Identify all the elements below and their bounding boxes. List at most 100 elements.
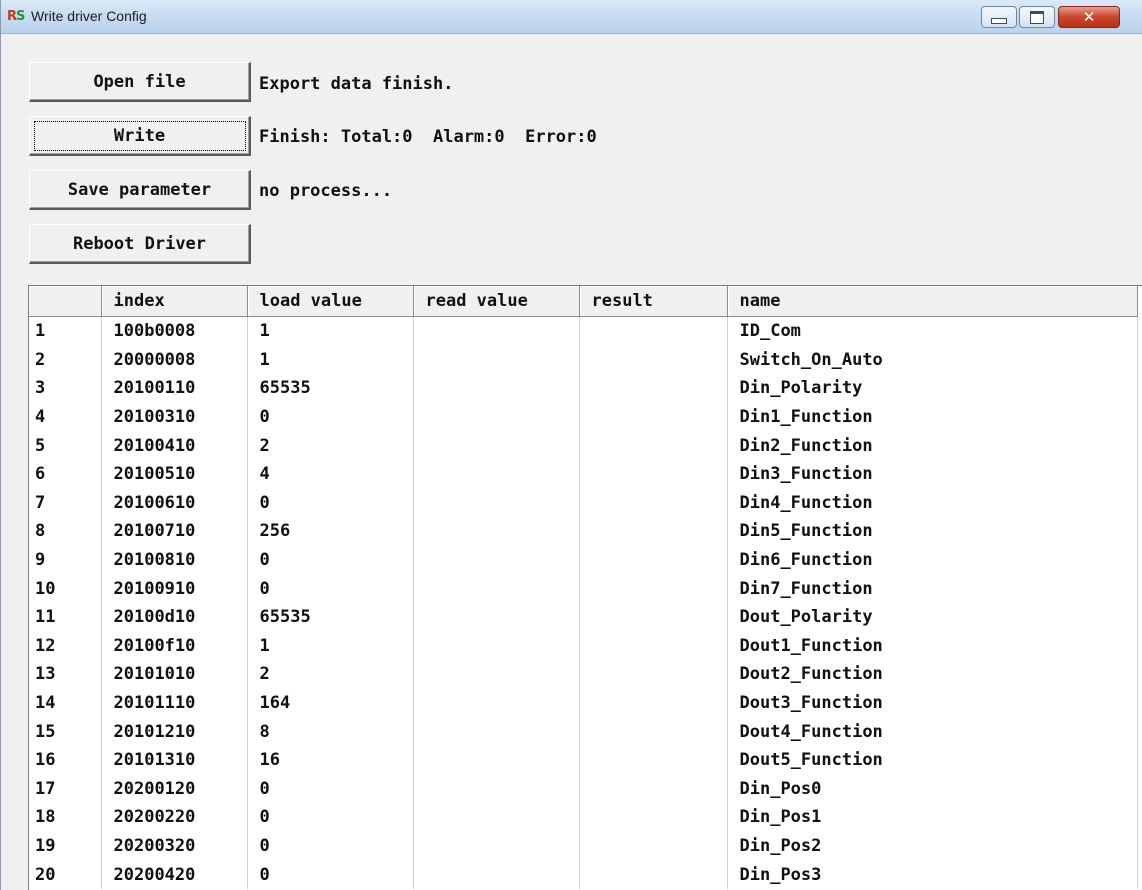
- index-cell: 20100410: [101, 431, 248, 460]
- minimize-button[interactable]: [981, 6, 1017, 28]
- read-value-cell: [413, 774, 580, 804]
- read-value-cell: [413, 488, 580, 518]
- result-cell: [579, 631, 728, 661]
- table-row[interactable]: 19 20200320 0 Din_Pos2: [29, 831, 1138, 861]
- name-cell: Din_Pos3: [727, 860, 1138, 889]
- result-cell: [579, 831, 728, 861]
- table-header-row: index load value read value result name: [29, 286, 1138, 317]
- name-cell: Dout4_Function: [727, 717, 1138, 746]
- table-row[interactable]: 6 20100510 4 Din3_Function: [29, 459, 1138, 489]
- row-number-cell: 19: [29, 831, 102, 861]
- load-value-cell: 4: [247, 459, 414, 489]
- name-cell: Din3_Function: [727, 459, 1138, 489]
- column-header-read-value[interactable]: read value: [413, 286, 580, 317]
- name-cell: Din_Pos0: [727, 774, 1138, 804]
- result-cell: [579, 574, 728, 603]
- close-icon: ✕: [1082, 8, 1096, 26]
- table-row[interactable]: 14 20101110 164 Dout3_Function: [29, 688, 1138, 718]
- table-row[interactable]: 18 20200220 0 Din_Pos1: [29, 803, 1138, 832]
- name-cell: Din6_Function: [727, 545, 1138, 575]
- table-row[interactable]: 1 100b0008 1 ID_Com: [29, 316, 1138, 346]
- load-value-cell: 1: [247, 316, 414, 346]
- result-cell: [579, 688, 728, 718]
- load-value-cell: 65535: [247, 374, 414, 403]
- row-number-cell: 2: [29, 345, 102, 375]
- table-row[interactable]: 10 20100910 0 Din7_Function: [29, 574, 1138, 603]
- load-value-cell: 1: [247, 631, 414, 661]
- table-row[interactable]: 8 20100710 256 Din5_Function: [29, 517, 1138, 546]
- write-status: Finish: Total:0 Alarm:0 Error:0: [259, 127, 597, 147]
- index-cell: 20100f10: [101, 631, 248, 661]
- load-value-cell: 0: [247, 574, 414, 603]
- result-cell: [579, 803, 728, 832]
- result-cell: [579, 488, 728, 518]
- table-row[interactable]: 15 20101210 8 Dout4_Function: [29, 717, 1138, 746]
- column-header-index[interactable]: index: [101, 286, 248, 317]
- result-cell: [579, 860, 728, 889]
- load-value-cell: 0: [247, 545, 414, 575]
- load-value-cell: 0: [247, 774, 414, 804]
- row-number-cell: 1: [29, 316, 102, 346]
- name-cell: Din5_Function: [727, 517, 1138, 546]
- save-parameter-button[interactable]: Save parameter: [29, 170, 251, 210]
- table-row[interactable]: 12 20100f10 1 Dout1_Function: [29, 631, 1138, 661]
- reboot-driver-button[interactable]: Reboot Driver: [29, 224, 251, 264]
- index-cell: 100b0008: [101, 316, 248, 346]
- column-header-rownum[interactable]: [29, 286, 102, 317]
- row-number-cell: 3: [29, 374, 102, 403]
- close-button[interactable]: ✕: [1058, 6, 1120, 28]
- row-number-cell: 13: [29, 660, 102, 689]
- index-cell: 20101010: [101, 660, 248, 689]
- column-header-load-value[interactable]: load value: [247, 286, 414, 317]
- table-row[interactable]: 2 20000008 1 Switch_On_Auto: [29, 345, 1138, 375]
- name-cell: Din_Polarity: [727, 374, 1138, 403]
- result-cell: [579, 459, 728, 489]
- name-cell: Din7_Function: [727, 574, 1138, 603]
- load-value-cell: 164: [247, 688, 414, 718]
- load-value-cell: 0: [247, 488, 414, 518]
- read-value-cell: [413, 545, 580, 575]
- table-row[interactable]: 4 20100310 0 Din1_Function: [29, 402, 1138, 432]
- table-row[interactable]: 13 20101010 2 Dout2_Function: [29, 660, 1138, 689]
- row-number-cell: 9: [29, 545, 102, 575]
- title-bar[interactable]: RS Write driver Config ✕: [1, 0, 1142, 34]
- row-number-cell: 5: [29, 431, 102, 460]
- index-cell: 20100310: [101, 402, 248, 432]
- result-cell: [579, 745, 728, 775]
- read-value-cell: [413, 803, 580, 832]
- row-number-cell: 8: [29, 517, 102, 546]
- row-number-cell: 17: [29, 774, 102, 804]
- table-row[interactable]: 3 20100110 65535 Din_Polarity: [29, 374, 1138, 403]
- index-cell: 20100710: [101, 517, 248, 546]
- open-file-button[interactable]: Open file: [29, 62, 251, 102]
- table-row[interactable]: 16 20101310 16 Dout5_Function: [29, 745, 1138, 775]
- index-cell: 20200320: [101, 831, 248, 861]
- row-number-cell: 6: [29, 459, 102, 489]
- row-number-cell: 20: [29, 860, 102, 889]
- write-button[interactable]: Write: [29, 116, 251, 156]
- result-cell: [579, 402, 728, 432]
- name-cell: Switch_On_Auto: [727, 345, 1138, 375]
- parameter-table[interactable]: index load value read value result name …: [28, 285, 1142, 890]
- index-cell: 20100510: [101, 459, 248, 489]
- index-cell: 20101310: [101, 745, 248, 775]
- table-row[interactable]: 11 20100d10 65535 Dout_Polarity: [29, 602, 1138, 632]
- row-number-cell: 10: [29, 574, 102, 603]
- name-cell: Din2_Function: [727, 431, 1138, 460]
- table-row[interactable]: 20 20200420 0 Din_Pos3: [29, 860, 1138, 889]
- result-cell: [579, 345, 728, 375]
- column-header-result[interactable]: result: [579, 286, 728, 317]
- result-cell: [579, 602, 728, 632]
- table-row[interactable]: 17 20200120 0 Din_Pos0: [29, 774, 1138, 804]
- app-window: RS Write driver Config ✕ Open file Expor…: [0, 0, 1142, 890]
- name-cell: Dout2_Function: [727, 660, 1138, 689]
- column-header-name[interactable]: name: [727, 286, 1138, 317]
- open-file-status: Export data finish.: [259, 74, 454, 94]
- name-cell: Din_Pos2: [727, 831, 1138, 861]
- table-row[interactable]: 9 20100810 0 Din6_Function: [29, 545, 1138, 575]
- table-body: 1 100b0008 1 ID_Com 2 20000008 1 Switch_On_Auto…: [29, 316, 1138, 889]
- read-value-cell: [413, 574, 580, 603]
- maximize-button[interactable]: [1019, 6, 1055, 28]
- table-row[interactable]: 5 20100410 2 Din2_Function: [29, 431, 1138, 460]
- table-row[interactable]: 7 20100610 0 Din4_Function: [29, 488, 1138, 518]
